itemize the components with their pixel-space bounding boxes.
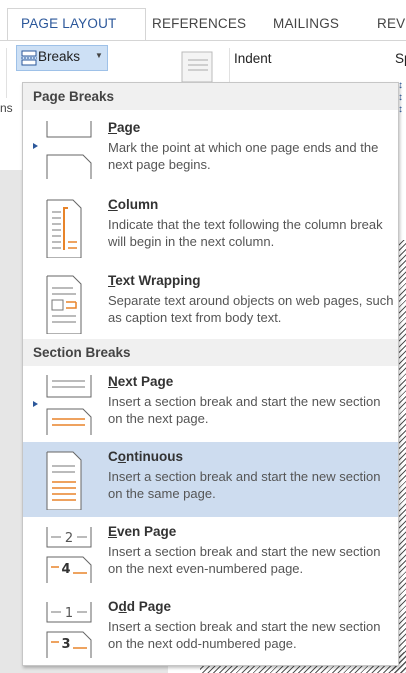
indent-icon bbox=[181, 51, 213, 83]
page-break-icon bbox=[33, 121, 92, 179]
tab-mailings[interactable]: MAILINGS bbox=[273, 16, 339, 31]
chevron-down-icon: ▼ bbox=[95, 51, 103, 60]
menu-item-description: Mark the point at which one page ends an… bbox=[108, 140, 379, 172]
menu-item-description: Separate text around objects on web page… bbox=[108, 293, 394, 325]
breaks-dropdown-menu: Page Breaks Page Mark the point at which… bbox=[22, 82, 399, 666]
menu-item-odd-page[interactable]: 1 3 Odd Page Insert a section break and … bbox=[23, 592, 398, 667]
menu-item-description: Indicate that the text following the col… bbox=[108, 217, 383, 249]
menu-item-description: Insert a section break and start the new… bbox=[108, 544, 381, 576]
menu-item-next-page[interactable]: Next Page Insert a section break and sta… bbox=[23, 367, 398, 442]
menu-item-description: Insert a section break and start the new… bbox=[108, 619, 381, 651]
svg-text:1: 1 bbox=[65, 606, 73, 621]
next-page-icon bbox=[33, 375, 92, 435]
ribbon-separator bbox=[6, 48, 7, 98]
spacing-label: Sp bbox=[395, 51, 406, 66]
menu-item-title: Even Page bbox=[108, 524, 177, 539]
even-page-icon: 2 4 bbox=[46, 527, 92, 583]
orientation-label-partial: ns bbox=[0, 101, 13, 115]
section-breaks-header: Section Breaks bbox=[23, 339, 398, 366]
page-breaks-header-label: Page Breaks bbox=[33, 89, 115, 104]
ribbon-tabs: PAGE LAYOUT REFERENCES MAILINGS REVI bbox=[0, 0, 406, 42]
text-wrapping-icon bbox=[46, 275, 82, 334]
menu-item-description: Insert a section break and start the new… bbox=[108, 394, 381, 426]
menu-item-title: Column bbox=[108, 197, 159, 212]
menu-item-title: Continuous bbox=[108, 449, 183, 464]
section-breaks-header-label: Section Breaks bbox=[33, 345, 131, 360]
menu-item-title: Odd Page bbox=[108, 599, 172, 614]
menu-item-text-wrapping[interactable]: Text Wrapping Separate text around objec… bbox=[23, 266, 398, 341]
tab-review[interactable]: REVI bbox=[377, 16, 406, 31]
svg-text:4: 4 bbox=[61, 562, 70, 577]
page-breaks-header: Page Breaks bbox=[23, 83, 398, 110]
menu-item-even-page[interactable]: 2 4 Even Page Insert a section break and… bbox=[23, 517, 398, 592]
svg-text:3: 3 bbox=[61, 637, 70, 652]
menu-item-title: Text Wrapping bbox=[108, 273, 201, 288]
menu-item-description: Insert a section break and start the new… bbox=[108, 469, 381, 501]
menu-item-column[interactable]: Column Indicate that the text following … bbox=[23, 190, 398, 265]
column-break-icon bbox=[46, 199, 82, 258]
menu-item-continuous[interactable]: Continuous Insert a section break and st… bbox=[23, 442, 398, 517]
menu-item-title: Page bbox=[108, 120, 141, 135]
menu-item-title: Next Page bbox=[108, 374, 174, 389]
tab-page-layout[interactable]: PAGE LAYOUT bbox=[21, 16, 116, 31]
indent-label: Indent bbox=[234, 51, 272, 66]
tab-references[interactable]: REFERENCES bbox=[152, 16, 246, 31]
svg-text:2: 2 bbox=[65, 531, 73, 546]
continuous-icon bbox=[46, 451, 82, 510]
menu-item-page[interactable]: Page Mark the point at which one page en… bbox=[23, 113, 398, 188]
breaks-icon bbox=[21, 50, 37, 66]
breaks-label: Breaks bbox=[38, 49, 81, 64]
odd-page-icon: 1 3 bbox=[46, 602, 92, 658]
